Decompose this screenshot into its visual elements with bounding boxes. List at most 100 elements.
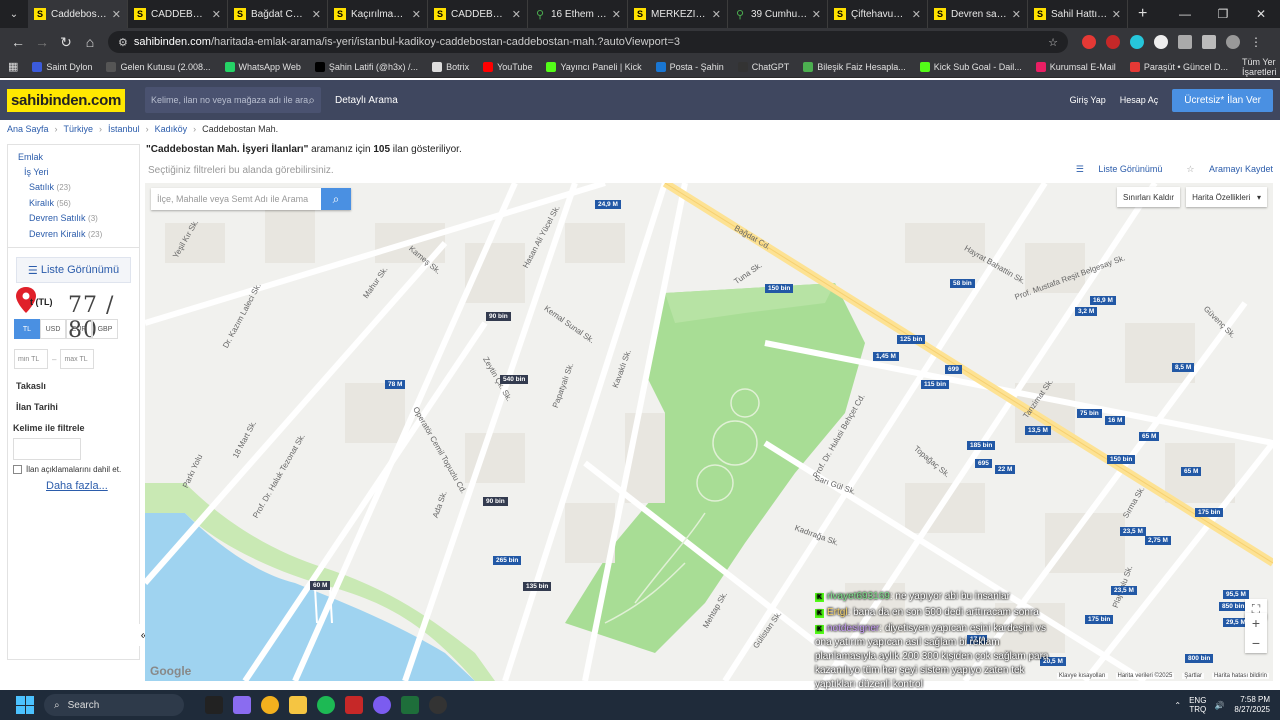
tab-close-icon[interactable]: ✕ <box>912 8 921 21</box>
bookmark-item[interactable]: YouTube <box>483 61 532 72</box>
bookmark-item[interactable]: WhatsApp Web <box>224 61 301 72</box>
maximize-icon[interactable]: ❐ <box>1204 7 1242 21</box>
breadcrumb-item[interactable]: Kadıköy <box>155 124 188 134</box>
breadcrumb-item[interactable]: Türkiye <box>64 124 94 134</box>
close-window-icon[interactable]: ✕ <box>1242 7 1280 21</box>
currency-option[interactable]: GBP <box>92 319 118 339</box>
new-tab-button[interactable]: + <box>1128 5 1157 23</box>
takasli-filter[interactable]: Takaslı <box>16 381 46 391</box>
bookmark-item[interactable]: Saint Dylon <box>32 61 92 72</box>
currency-option[interactable]: EUR <box>66 319 92 339</box>
map-footer-item[interactable]: Harita hatası bildirin <box>1211 673 1269 679</box>
tab-close-icon[interactable]: ✕ <box>212 8 221 21</box>
browser-tab[interactable]: S Bağdat Cadde ✕ <box>228 0 328 28</box>
map-search-input[interactable] <box>151 194 321 204</box>
spotify-icon[interactable] <box>317 696 335 714</box>
price-marker[interactable]: 65 M <box>1181 467 1202 476</box>
category-sub[interactable]: İş Yeri <box>24 167 49 177</box>
currency-option[interactable]: USD <box>40 319 66 339</box>
price-marker[interactable]: 1,45 M <box>873 352 899 361</box>
category-root[interactable]: Emlak <box>18 152 43 162</box>
copilot-icon[interactable] <box>233 696 251 714</box>
bookmark-star-icon[interactable]: ☆ <box>1048 36 1058 49</box>
map-search-button[interactable]: ⌕ <box>321 188 351 210</box>
category-item[interactable]: Devren Satılık (3) <box>29 213 98 223</box>
ilan-tarihi-filter[interactable]: İlan Tarihi <box>16 402 58 412</box>
price-marker[interactable]: 850 bin <box>1219 602 1248 611</box>
breadcrumb-item[interactable]: İstanbul <box>108 124 140 134</box>
zoom-in-icon[interactable]: + <box>1252 613 1260 633</box>
bookmark-item[interactable]: Kurumsal E-Mail <box>1035 61 1116 72</box>
price-marker[interactable]: 78 M <box>385 380 406 389</box>
include-description-checkbox[interactable]: İlan açıklamalarını dahil et. <box>13 465 121 474</box>
price-marker[interactable]: 175 bin <box>1085 615 1114 624</box>
signup-link[interactable]: Hesap Aç <box>1120 95 1159 105</box>
minimize-icon[interactable]: — <box>1166 7 1204 21</box>
price-marker[interactable]: 23,5 M <box>1120 527 1146 536</box>
price-marker[interactable]: 135 bin <box>523 582 552 591</box>
extension-icon[interactable] <box>1130 35 1144 49</box>
task-view-icon[interactable] <box>205 696 223 714</box>
site-logo[interactable]: sahibinden.com <box>7 88 125 112</box>
browser-tab[interactable]: ⚲ 16 Ethem Efen ✕ <box>528 0 628 28</box>
post-listing-button[interactable]: Ücretsiz* İlan Ver <box>1172 88 1273 112</box>
bookmark-item[interactable]: Paraşüt • Güncel D... <box>1129 61 1228 72</box>
max-price-input[interactable] <box>60 349 95 369</box>
category-item[interactable]: Devren Kiralık (23) <box>29 229 102 239</box>
bookmark-item[interactable]: Botrix <box>432 61 469 72</box>
bookmark-item[interactable]: Yayıncı Paneli | Kick <box>546 61 642 72</box>
price-marker[interactable]: 185 bin <box>967 441 996 450</box>
reload-icon[interactable]: ↻ <box>54 34 78 51</box>
apps-grid-icon[interactable]: ▦ <box>8 60 18 73</box>
category-item[interactable]: Satılık (23) <box>29 182 71 192</box>
tab-close-icon[interactable]: ✕ <box>412 8 421 21</box>
app-icon[interactable] <box>345 696 363 714</box>
price-marker[interactable]: 24,9 M <box>595 200 621 209</box>
map-footer-item[interactable]: Şartlar <box>1182 673 1204 679</box>
min-price-input[interactable] <box>14 349 48 369</box>
bookmark-item[interactable]: Posta - Şahin <box>655 61 724 72</box>
discord-icon[interactable] <box>373 696 391 714</box>
browser-tab[interactable]: S CADDEBOSTAN ✕ <box>128 0 228 28</box>
bookmark-item[interactable]: Bileşik Faiz Hesapla... <box>803 61 906 72</box>
extension-icon[interactable] <box>1082 35 1096 49</box>
back-icon[interactable]: ← <box>6 34 30 50</box>
price-marker[interactable]: 8,5 M <box>1172 363 1195 372</box>
bookmark-item[interactable]: Şahin Latifi (@h3x) /... <box>314 61 418 72</box>
price-marker[interactable]: 23,5 M <box>1111 586 1137 595</box>
list-view-button[interactable]: ☰ Liste Görünümü <box>16 257 131 283</box>
browser-tab[interactable]: ⚲ 39 Cumhuriyet ✕ <box>728 0 828 28</box>
browser-tab[interactable]: S Caddebostan M ✕ <box>28 0 128 28</box>
tray-chevron-icon[interactable]: ⌃ <box>1174 701 1181 710</box>
tab-close-icon[interactable]: ✕ <box>712 8 721 21</box>
remove-bounds-button[interactable]: Sınırları Kaldır <box>1116 187 1181 207</box>
breadcrumb-item[interactable]: Ana Sayfa <box>7 124 49 134</box>
zoom-out-icon[interactable]: − <box>1252 633 1260 653</box>
clock[interactable]: 7:58 PM 8/27/2025 <box>1234 695 1270 715</box>
excel-icon[interactable] <box>401 696 419 714</box>
browser-tab[interactable]: S Sahil Hattı Çol ✕ <box>1028 0 1128 28</box>
search-icon[interactable]: ⌕ <box>308 93 315 108</box>
bookmark-item[interactable]: Gelen Kutusu (2.008... <box>106 61 211 72</box>
price-marker[interactable]: 115 bin <box>921 380 950 389</box>
bookmark-item[interactable]: Kick Sub Goal - Dail... <box>919 61 1022 72</box>
price-marker[interactable]: 22 M <box>995 465 1016 474</box>
browser-tab[interactable]: S MERKEZİ KONU ✕ <box>628 0 728 28</box>
volume-icon[interactable]: 🔊 <box>1214 701 1224 710</box>
price-marker[interactable]: 58 bin <box>950 279 975 288</box>
login-link[interactable]: Giriş Yap <box>1070 95 1106 105</box>
list-view-link[interactable]: ☰ Liste Görünümü <box>1076 164 1163 175</box>
price-marker[interactable]: 175 bin <box>1195 508 1224 517</box>
taskbar-search[interactable]: ⌕ Search <box>44 694 184 716</box>
price-marker[interactable]: 60 M <box>310 581 331 590</box>
price-marker[interactable]: 16,9 M <box>1090 296 1116 305</box>
tab-close-icon[interactable]: ✕ <box>1112 8 1121 21</box>
price-marker[interactable]: 265 bin <box>493 556 522 565</box>
detailed-search-link[interactable]: Detaylı Arama <box>335 95 398 106</box>
price-marker[interactable]: 695 <box>975 459 992 468</box>
language-indicator[interactable]: ENG TRQ <box>1189 696 1206 714</box>
map-footer-item[interactable]: Harita verileri ©2025 <box>1115 673 1175 679</box>
map-features-dropdown[interactable]: Harita Özellikleri ▾ <box>1186 187 1267 207</box>
media-icon[interactable] <box>1202 35 1216 49</box>
tab-close-icon[interactable]: ✕ <box>112 8 121 21</box>
